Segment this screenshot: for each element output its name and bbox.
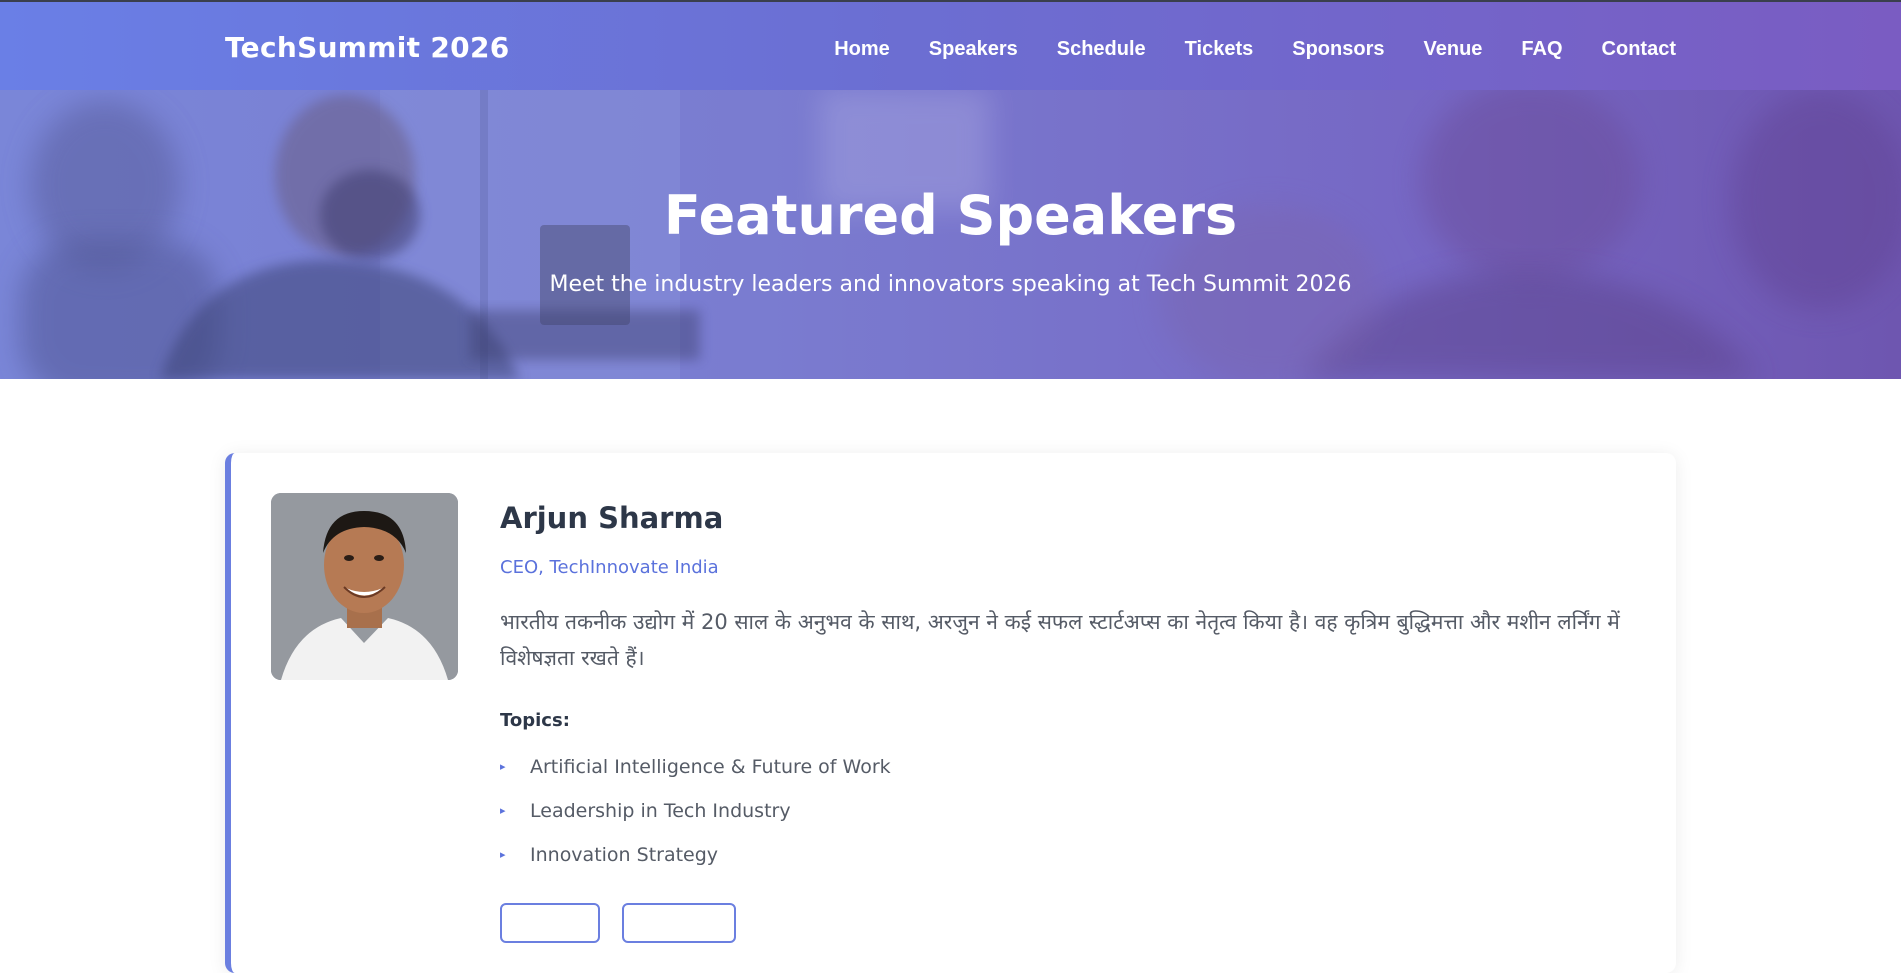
topic-label: Leadership in Tech Industry	[530, 800, 791, 822]
nav-link-faq[interactable]: FAQ	[1521, 38, 1562, 61]
nav-link-speakers[interactable]: Speakers	[929, 38, 1018, 61]
speaker-name: Arjun Sharma	[500, 501, 724, 535]
nav-link-tickets[interactable]: Tickets	[1185, 38, 1254, 61]
speaker-card: Arjun Sharma CEO, TechInnovate India भार…	[225, 453, 1676, 973]
main-nav: Home Speakers Schedule Tickets Sponsors …	[834, 38, 1676, 61]
nav-link-venue[interactable]: Venue	[1424, 38, 1483, 61]
page-title: Featured Speakers	[663, 184, 1238, 247]
topic-item: ▸ Innovation Strategy	[500, 844, 891, 888]
triangle-bullet-icon: ▸	[500, 760, 506, 773]
site-header: TechSummit 2026 Home Speakers Schedule T…	[0, 2, 1901, 90]
speaker-role: CEO, TechInnovate India	[500, 557, 719, 578]
site-logo[interactable]: TechSummit 2026	[225, 31, 510, 64]
page-subtitle: Meet the industry leaders and innovators…	[549, 272, 1352, 297]
topics-list: ▸ Artificial Intelligence & Future of Wo…	[500, 756, 891, 888]
topics-heading: Topics:	[500, 710, 570, 731]
nav-link-contact[interactable]: Contact	[1602, 38, 1676, 61]
speaker-actions	[500, 903, 736, 943]
nav-link-schedule[interactable]: Schedule	[1057, 38, 1146, 61]
nav-link-sponsors[interactable]: Sponsors	[1292, 38, 1384, 61]
triangle-bullet-icon: ▸	[500, 848, 506, 861]
speaker-bio: भारतीय तकनीक उद्योग में 20 साल के अनुभव …	[500, 610, 1620, 670]
triangle-bullet-icon: ▸	[500, 804, 506, 817]
speaker-action-button[interactable]	[622, 903, 736, 943]
speaker-avatar	[271, 493, 458, 680]
topic-label: Innovation Strategy	[530, 844, 719, 866]
nav-link-home[interactable]: Home	[834, 38, 890, 61]
topic-item: ▸ Leadership in Tech Industry	[500, 800, 891, 844]
speaker-photo	[271, 493, 458, 680]
hero-banner: Featured Speakers Meet the industry lead…	[0, 90, 1901, 379]
topic-label: Artificial Intelligence & Future of Work	[530, 756, 891, 778]
topic-item: ▸ Artificial Intelligence & Future of Wo…	[500, 756, 891, 800]
speaker-action-button[interactable]	[500, 903, 600, 943]
